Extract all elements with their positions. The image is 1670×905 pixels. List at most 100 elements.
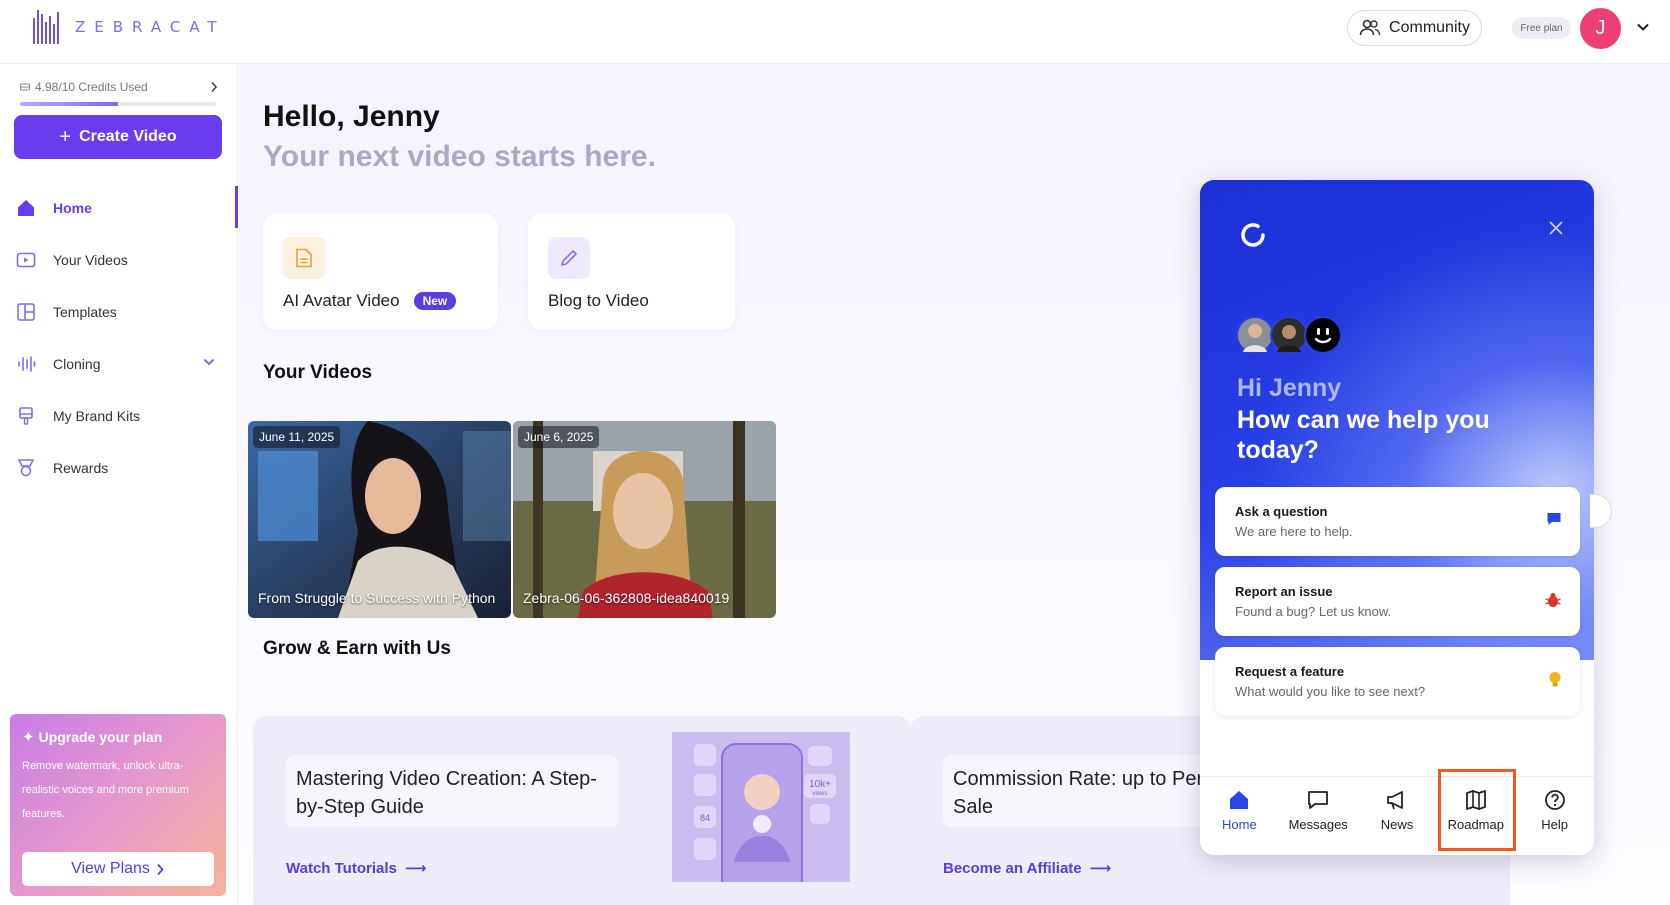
widget-heading: How can we help you today?: [1237, 406, 1490, 464]
sidebar-item-label: Your Videos: [53, 252, 128, 268]
tab-label: News: [1380, 817, 1414, 832]
sidebar-item-label: Home: [53, 200, 92, 216]
sidebar-item-label: Rewards: [53, 460, 109, 476]
sidebar-nav: Home Your Videos Templates Cloning My Br…: [0, 182, 238, 494]
sidebar-item-label: Cloning: [53, 356, 101, 372]
credits-label: 4.98/10 Credits Used: [35, 80, 148, 94]
widget-tab-help[interactable]: Help: [1515, 777, 1594, 855]
video-thumbnail-image: [248, 421, 511, 618]
plus-icon: +: [59, 125, 72, 148]
close-icon[interactable]: [1548, 220, 1564, 236]
sidebar-item-home[interactable]: Home: [0, 182, 238, 234]
help-icon: [1544, 790, 1565, 810]
credits-progress-bar: [20, 102, 216, 106]
card-icon-box: [548, 237, 590, 279]
tutorial-card[interactable]: Mastering Video Creation: A Step-by-Step…: [253, 716, 911, 905]
support-avatar: [1236, 316, 1274, 354]
option-subtitle: Found a bug? Let us know.: [1235, 604, 1392, 619]
templates-icon: [17, 303, 35, 321]
views-count: 10k+: [809, 779, 831, 790]
users-icon: [1359, 19, 1381, 36]
become-affiliate-link[interactable]: Become an Affiliate ⟶: [943, 859, 1111, 878]
widget-greeting: Hi Jenny: [1237, 374, 1342, 402]
watch-tutorials-label: Watch Tutorials: [286, 859, 397, 877]
video-title: Zebra-06-06-362808-idea840019: [523, 590, 730, 606]
create-video-label: Create Video: [79, 128, 177, 145]
sidebar-item-label: My Brand Kits: [53, 408, 141, 424]
top-bar: ZEBRACAT Community Free plan J: [0, 0, 1670, 64]
credits-usage[interactable]: 4.98/10 Credits Used: [20, 80, 218, 94]
logo-mark-icon: [33, 10, 63, 44]
option-subtitle: What would you like to see next?: [1235, 684, 1426, 699]
chevron-down-icon[interactable]: [202, 355, 216, 369]
logo[interactable]: ZEBRACAT: [33, 10, 226, 44]
upgrade-panel: ✦ Upgrade your plan Remove watermark, un…: [10, 714, 226, 896]
watch-tutorials-link[interactable]: Watch Tutorials ⟶: [286, 859, 427, 878]
sidebar-item-cloning[interactable]: Cloning: [0, 338, 238, 390]
phone-illustration: 10k+ views 84: [672, 732, 850, 882]
chat-bubble-icon: [1547, 513, 1561, 525]
video-thumbnail[interactable]: June 6, 2025 Zebra-06-06-362808-idea8400…: [513, 421, 776, 618]
tab-label: Help: [1541, 817, 1568, 832]
option-title: Ask a question: [1235, 504, 1328, 519]
sidebar-item-templates[interactable]: Templates: [0, 286, 238, 338]
map-icon: [1465, 790, 1486, 810]
become-affiliate-label: Become an Affiliate: [943, 859, 1082, 877]
sparkle-icon: ✦: [22, 729, 35, 746]
lightbulb-icon: [1549, 672, 1561, 687]
home-icon: [18, 200, 34, 216]
support-avatar: [1270, 316, 1308, 354]
coins-icon: [20, 83, 30, 91]
widget-tab-messages[interactable]: Messages: [1279, 777, 1358, 855]
upgrade-title-text: Upgrade your plan: [38, 729, 163, 745]
chevron-right-icon: [157, 863, 164, 875]
tab-label: Messages: [1288, 817, 1348, 832]
your-videos-title: Your Videos: [263, 362, 373, 383]
video-title: From Struggle to Success with Python: [258, 590, 496, 606]
sidebar-item-label: Templates: [53, 304, 117, 320]
chevron-right-icon[interactable]: [210, 81, 218, 93]
report-issue-option[interactable]: Report an issue Found a bug? Let us know…: [1215, 567, 1580, 636]
option-title: Report an issue: [1235, 584, 1333, 599]
request-feature-option[interactable]: Request a feature What would you like to…: [1215, 647, 1580, 716]
chevron-down-icon[interactable]: [1634, 18, 1652, 36]
megaphone-icon: [1387, 791, 1403, 810]
option-title: Request a feature: [1235, 664, 1345, 679]
upgrade-title: ✦ Upgrade your plan: [22, 728, 214, 746]
arrow-right-icon: ⟶: [404, 860, 427, 877]
video-date: June 11, 2025: [253, 426, 341, 448]
document-icon: [296, 248, 312, 268]
ask-question-option[interactable]: Ask a question We are here to help.: [1215, 487, 1580, 556]
new-badge: New: [413, 292, 457, 310]
brush-icon: [19, 407, 33, 425]
community-button[interactable]: Community: [1347, 10, 1482, 46]
sidebar-item-your-videos[interactable]: Your Videos: [0, 234, 238, 286]
blog-to-video-card[interactable]: Blog to Video: [528, 213, 735, 330]
view-plans-button[interactable]: View Plans: [22, 852, 214, 886]
help-widget: Hi Jenny How can we help you today? Ask …: [1200, 180, 1594, 855]
widget-tab-home[interactable]: Home: [1200, 777, 1279, 855]
tab-label: Roadmap: [1447, 817, 1504, 832]
affiliate-card-title: Commission Rate: up to Per Sale: [943, 755, 1243, 827]
plan-badge: Free plan: [1512, 17, 1571, 39]
tutorial-card-title: Mastering Video Creation: A Step-by-Step…: [286, 755, 618, 827]
option-subtitle: We are here to help.: [1235, 524, 1353, 539]
create-video-button[interactable]: + Create Video: [14, 115, 222, 159]
tab-label: Home: [1222, 817, 1257, 832]
smiley-avatar-icon: [1304, 316, 1342, 354]
video-thumbnail-image: [513, 421, 776, 618]
card-label: Blog to Video: [548, 291, 649, 310]
widget-tab-news[interactable]: News: [1358, 777, 1437, 855]
widget-tab-bar: Home Messages News Roadmap Help: [1200, 769, 1594, 855]
video-thumbnail[interactable]: June 11, 2025 From Struggle to Success w…: [248, 421, 511, 618]
community-label: Community: [1389, 19, 1470, 36]
ai-avatar-video-card[interactable]: AI Avatar Video New: [263, 213, 498, 330]
logo-text: ZEBRACAT: [75, 18, 226, 36]
card-icon-box: [283, 237, 325, 279]
sidebar-item-brand-kits[interactable]: My Brand Kits: [0, 390, 238, 442]
sidebar-item-rewards[interactable]: Rewards: [0, 442, 238, 494]
widget-tab-roadmap[interactable]: Roadmap: [1436, 769, 1517, 855]
waveform-icon: [18, 356, 36, 372]
pencil-icon: [561, 250, 577, 266]
user-avatar[interactable]: J: [1580, 8, 1621, 49]
